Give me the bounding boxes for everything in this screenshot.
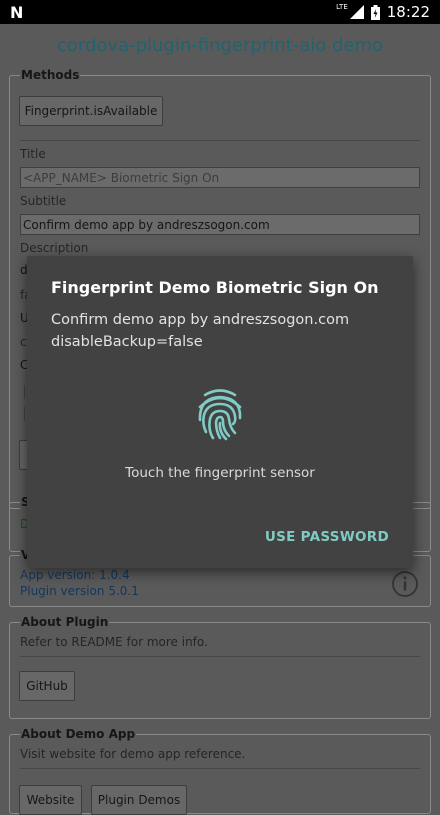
divider [20, 656, 420, 657]
about-demo-section: About Demo App Visit website for demo ap… [9, 727, 431, 815]
notification-n-icon: N [10, 2, 23, 22]
about-demo-text: Visit website for demo app reference. [20, 747, 246, 761]
battery-icon [370, 4, 380, 20]
about-plugin-section: About Plugin Refer to README for more in… [9, 615, 431, 719]
clock: 18:22 [386, 3, 430, 21]
plugin-demos-button[interactable]: Plugin Demos [91, 785, 187, 815]
divider [20, 768, 420, 769]
description-label: Description [20, 241, 89, 255]
biometric-dialog: Fingerprint Demo Biometric Sign On Confi… [27, 256, 413, 568]
cancel-label: c [20, 335, 27, 349]
github-button[interactable]: GitHub [19, 671, 75, 701]
signal-icon [349, 5, 364, 19]
methods-legend: Methods [20, 68, 81, 82]
is-available-button[interactable]: Fingerprint.isAvailable [19, 96, 163, 126]
use-password-button[interactable]: USE PASSWORD [265, 529, 389, 545]
dialog-title: Fingerprint Demo Biometric Sign On [51, 278, 379, 297]
status-bar: N LTE 18:22 [0, 0, 440, 24]
dialog-description: Confirm demo app by andreszsogon.com dis… [51, 312, 350, 350]
plugin-version: Plugin version 5.0.1 [20, 584, 139, 598]
info-icon[interactable] [391, 570, 419, 598]
title-input[interactable]: <APP_NAME> Biometric Sign On [20, 167, 420, 188]
website-button[interactable]: Website [19, 785, 82, 815]
about-plugin-text: Refer to README for more info. [20, 635, 208, 649]
app-version: App version: 1.0.4 [20, 568, 130, 582]
subtitle-input[interactable]: Confirm demo app by andreszsogon.com [20, 214, 420, 235]
title-label: Title [20, 147, 46, 161]
network-type: LTE [336, 3, 348, 11]
divider [20, 140, 420, 141]
about-plugin-legend: About Plugin [20, 615, 110, 629]
dialog-status: Touch the fingerprint sensor [125, 465, 315, 481]
page-title: cordova-plugin-fingerprint-aio demo [56, 35, 384, 56]
about-demo-legend: About Demo App [20, 727, 137, 741]
subtitle-label: Subtitle [20, 194, 67, 208]
fingerprint-icon [198, 389, 242, 441]
